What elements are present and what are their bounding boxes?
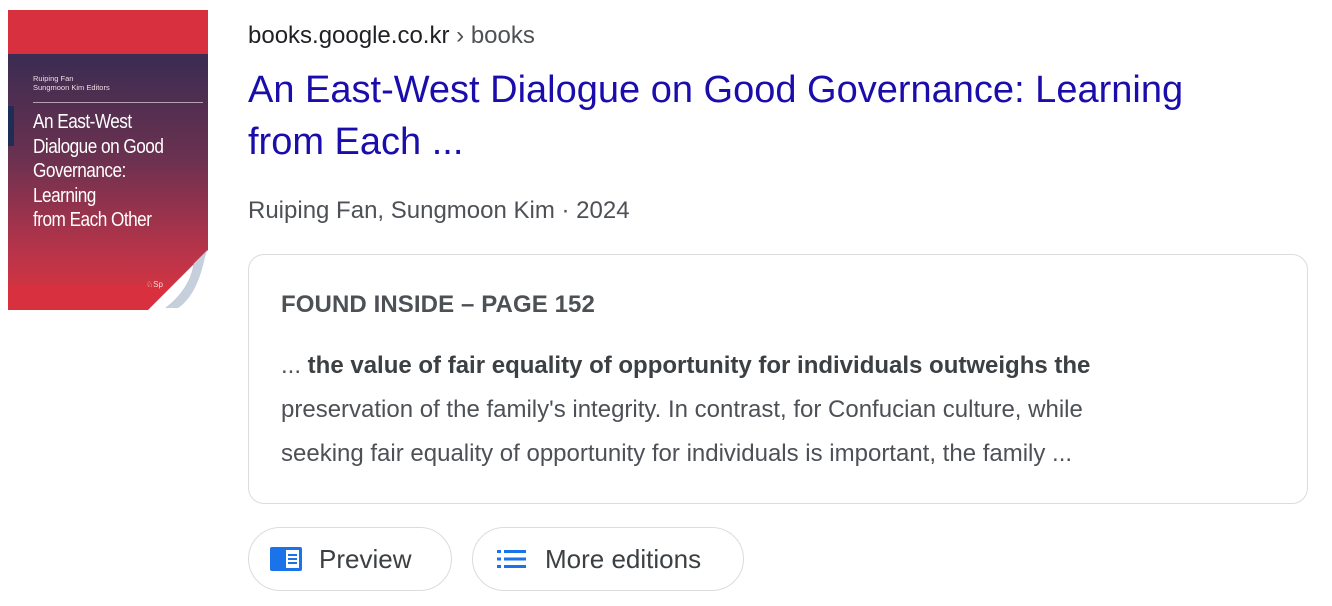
- more-editions-label: More editions: [545, 543, 702, 574]
- cover-title-line: Dialogue on Good: [33, 135, 164, 158]
- result-breadcrumb[interactable]: books.google.co.kr › books: [248, 20, 535, 52]
- page-curl-icon: [148, 250, 208, 310]
- result-title-line: from Each ...: [248, 121, 464, 163]
- preview-button[interactable]: Preview: [248, 527, 452, 591]
- breadcrumb-path: books: [470, 22, 535, 49]
- cover-editors: Ruiping Fan Sungmoon Kim Editors: [33, 74, 203, 92]
- snippet-line: seeking fair equality of opportunity for…: [281, 440, 1073, 467]
- cover-title-line: Learning: [33, 184, 96, 207]
- list-icon: [495, 545, 529, 573]
- book-cover-thumbnail[interactable]: Ruiping Fan Sungmoon Kim Editors An East…: [8, 10, 208, 310]
- result-byline: Ruiping Fan, Sungmoon Kim · 2024: [248, 197, 630, 224]
- cover-title-line: Governance:: [33, 160, 126, 182]
- cover-editor-line: Ruiping Fan: [33, 74, 74, 83]
- snippet-line: preservation of the family's integrity. …: [281, 396, 1083, 423]
- found-inside-snippet[interactable]: FOUND INSIDE – PAGE 152 ... the value of…: [248, 254, 1308, 504]
- cover-spine-mark: [8, 106, 14, 146]
- cover-title-line: from Each Other: [33, 209, 152, 231]
- snippet-line: ... the value of fair equality of opport…: [281, 344, 1281, 388]
- cover-title: An East-West Dialogue on Good Governance…: [33, 110, 179, 233]
- preview-label: Preview: [319, 543, 412, 574]
- more-editions-button[interactable]: More editions: [472, 527, 744, 591]
- cover-title-line: An East-West: [33, 111, 132, 133]
- result-title-line: An East-West Dialogue on Good Governance…: [248, 69, 1184, 111]
- breadcrumb-separator: ›: [456, 22, 465, 49]
- cover-editor-line: Sungmoon Kim Editors: [33, 83, 110, 92]
- snippet-lead: ...: [281, 352, 308, 379]
- cover-divider: [33, 102, 203, 103]
- found-inside-heading: FOUND INSIDE – PAGE 152: [281, 291, 595, 318]
- snippet-highlight: the value of fair equality of opportunit…: [307, 352, 1091, 379]
- book-preview-icon: [269, 545, 303, 573]
- breadcrumb-domain: books.google.co.kr: [248, 22, 450, 49]
- result-title-link[interactable]: An East-West Dialogue on Good Governance…: [248, 64, 1288, 168]
- snippet-text: ... the value of fair equality of opport…: [281, 344, 1281, 476]
